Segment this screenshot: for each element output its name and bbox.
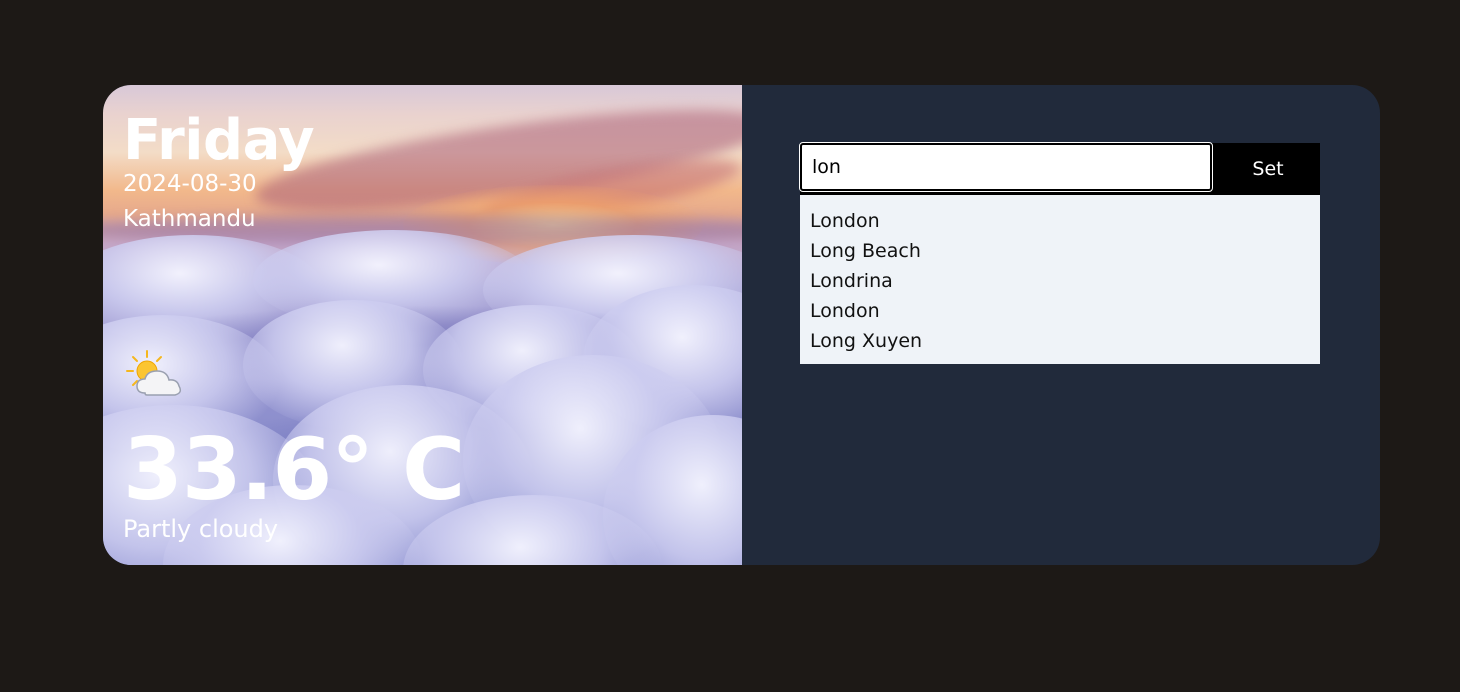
suggestion-item[interactable]: Long Xuyen: [800, 326, 1320, 356]
day-name: Friday: [123, 108, 315, 173]
partly-cloudy-icon: [125, 349, 197, 401]
suggestion-list: London Long Beach Londrina London Long X…: [800, 195, 1320, 364]
search-row: Set: [799, 142, 1320, 195]
condition-text: Partly cloudy: [123, 515, 279, 543]
suggestion-item[interactable]: London: [800, 296, 1320, 326]
city-search-input[interactable]: [799, 142, 1213, 192]
sky-background-image: Friday 2024-08-30 Kathmandu 33.6° C Part…: [103, 85, 742, 565]
city-search: Set London Long Beach Londrina London Lo…: [799, 142, 1320, 364]
date-label: 2024-08-30: [123, 171, 257, 197]
temperature-value: 33.6° C: [123, 420, 465, 520]
city-name: Kathmandu: [123, 206, 256, 232]
suggestion-item[interactable]: Long Beach: [800, 236, 1320, 266]
suggestion-item[interactable]: London: [800, 206, 1320, 236]
weather-card: Friday 2024-08-30 Kathmandu 33.6° C Part…: [103, 85, 1380, 565]
set-button[interactable]: Set: [1216, 143, 1320, 195]
suggestion-item[interactable]: Londrina: [800, 266, 1320, 296]
